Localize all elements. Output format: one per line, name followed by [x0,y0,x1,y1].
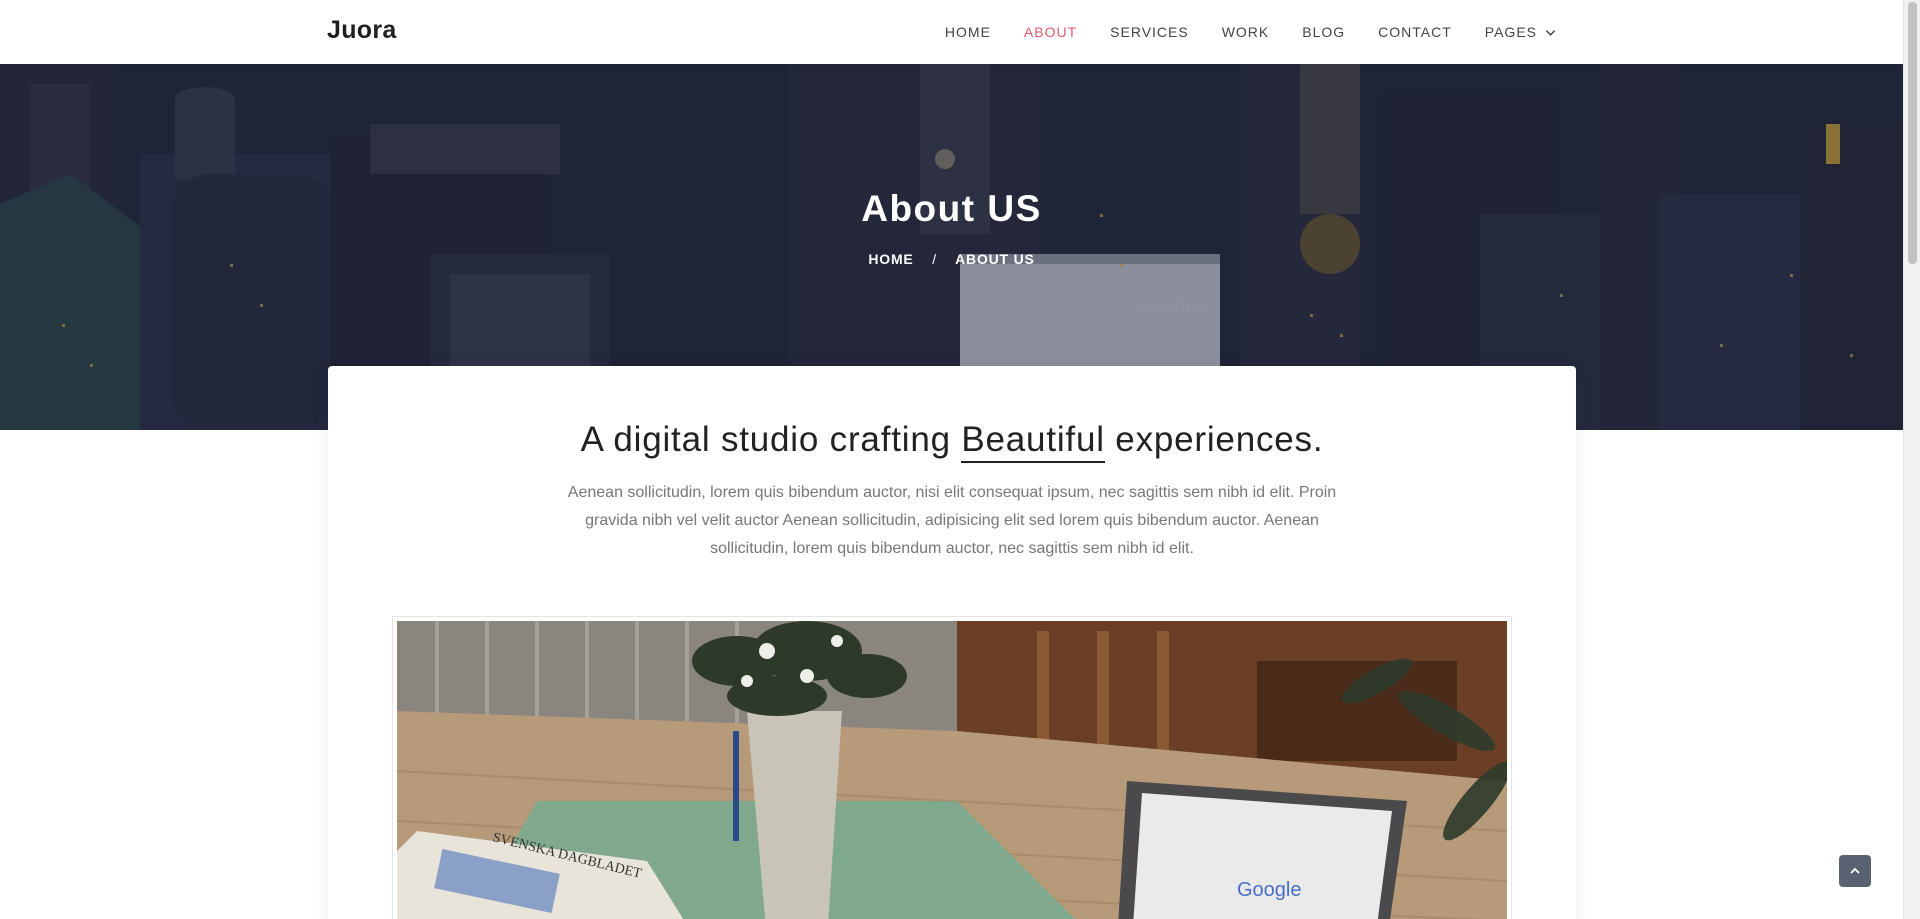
back-to-top-button[interactable] [1839,855,1871,887]
about-card: A digital studio crafting Beautiful expe… [328,366,1576,919]
breadcrumb-current: ABOUT US [955,251,1035,267]
nav-work[interactable]: WORK [1222,24,1270,40]
laptop-screen-text: Google [1237,879,1302,901]
chevron-up-icon [1850,867,1860,874]
nav-about[interactable]: ABOUT [1024,24,1077,40]
breadcrumb-home[interactable]: HOME [868,251,913,267]
nav-home[interactable]: HOME [945,24,991,40]
desk-scene-image: SVENSKA DAGBLADET Google [397,621,1507,919]
headline-text-before: A digital studio crafting [580,420,962,459]
building-sign-text: KEMPER [1136,298,1209,317]
brand-logo[interactable]: Juora [327,16,397,45]
nav-contact[interactable]: CONTACT [1378,24,1452,40]
scrollbar-thumb[interactable] [1908,2,1917,264]
studio-photo-frame: SVENSKA DAGBLADET Google [392,616,1512,919]
page-scrollbar[interactable] [1903,0,1920,919]
breadcrumb: HOME / ABOUT US [0,251,1903,267]
nav-pages-label: PAGES [1484,24,1537,40]
navbar: Juora HOME ABOUT SERVICES WORK BLOG CONT… [0,0,1903,64]
main-nav: HOME ABOUT SERVICES WORK BLOG CONTACT PA… [945,0,1556,64]
nav-services[interactable]: SERVICES [1110,24,1189,40]
nav-pages[interactable]: PAGES [1485,24,1556,40]
intro-headline: A digital studio crafting Beautiful expe… [328,420,1576,463]
headline-highlight: Beautiful [961,420,1105,463]
chevron-down-icon [1545,29,1556,36]
nav-blog[interactable]: BLOG [1302,24,1345,40]
headline-text-after: experiences. [1104,420,1324,459]
page-title: About US [861,188,1042,229]
studio-photo: SVENSKA DAGBLADET Google [397,621,1507,919]
intro-paragraph: Aenean sollicitudin, lorem quis bibendum… [567,484,1337,557]
breadcrumb-separator: / [932,251,937,267]
